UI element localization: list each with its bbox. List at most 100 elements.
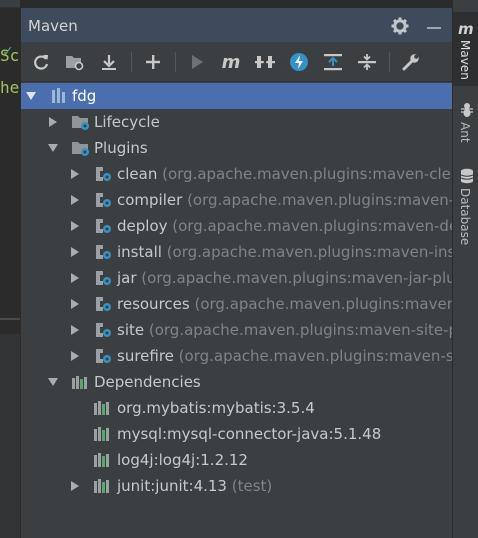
tree-item-plugins[interactable]: Plugins xyxy=(21,135,453,161)
plugin-name: resources xyxy=(117,295,190,313)
plugin-item[interactable]: clean (org.apache.maven.plugins:maven-cl… xyxy=(21,161,453,187)
plugin-icon xyxy=(93,269,113,287)
plugin-icon xyxy=(93,347,113,365)
library-icon xyxy=(93,425,113,443)
plugin-name: site xyxy=(117,321,145,339)
plugin-artifact: (org.apache.maven.plugins:maven-com xyxy=(187,191,453,209)
chevron-right-icon[interactable] xyxy=(71,351,79,361)
download-icon[interactable] xyxy=(97,50,121,74)
plugin-item[interactable]: surefire (org.apache.maven.plugins:maven… xyxy=(21,343,453,369)
tree-item-dependencies[interactable]: Dependencies xyxy=(21,369,453,395)
gear-icon[interactable] xyxy=(391,17,409,35)
wrench-icon[interactable] xyxy=(399,50,423,74)
add-icon[interactable] xyxy=(141,50,165,74)
ant-icon xyxy=(459,102,475,118)
plugin-item[interactable]: site (org.apache.maven.plugins:maven-sit… xyxy=(21,317,453,343)
plugin-item[interactable]: install (org.apache.maven.plugins:maven-… xyxy=(21,239,453,265)
chevron-down-icon[interactable] xyxy=(26,92,36,100)
chevron-down-icon[interactable] xyxy=(48,378,58,386)
dependency-name: log4j:log4j:1.2.12 xyxy=(117,451,248,469)
plugin-name: deploy xyxy=(117,217,168,235)
chevron-down-icon[interactable] xyxy=(48,144,58,152)
stripe-tab-ant[interactable]: Ant xyxy=(453,98,478,148)
maven-tool-window: Maven m fdg Lifecycle Plugins clean (org… xyxy=(20,8,453,538)
dependency-item[interactable]: log4j:log4j:1.2.12 xyxy=(21,447,453,473)
run-icon[interactable] xyxy=(185,50,209,74)
plugin-icon xyxy=(93,295,113,313)
dependency-name: mysql:mysql-connector-java:5.1.48 xyxy=(117,425,382,443)
execute-goal-icon[interactable]: m xyxy=(219,50,243,74)
skip-tests-icon[interactable] xyxy=(287,50,311,74)
plugin-artifact: (org.apache.maven.plugins:maven-jar-plug… xyxy=(136,269,453,287)
stripe-label: Ant xyxy=(458,122,472,143)
plugin-name: jar xyxy=(117,269,137,287)
plugin-name: surefire xyxy=(117,347,174,365)
panel-header: Maven xyxy=(21,8,453,42)
chevron-right-icon[interactable] xyxy=(71,325,79,335)
dependency-item[interactable]: junit:junit:4.13 (test) xyxy=(21,473,453,499)
stripe-label: Database xyxy=(458,188,472,246)
panel-title: Maven xyxy=(28,17,78,35)
chevron-right-icon[interactable] xyxy=(71,169,79,179)
dependency-scope: (test) xyxy=(226,477,273,495)
tree-item-lifecycle[interactable]: Lifecycle xyxy=(21,109,453,135)
reload-icon[interactable] xyxy=(29,50,53,74)
editor-tab-bar xyxy=(0,0,20,8)
dependencies-folder-icon xyxy=(71,373,91,391)
maven-icon: m xyxy=(458,20,474,38)
dependency-item[interactable]: mysql:mysql-connector-java:5.1.48 xyxy=(21,421,453,447)
tree-item-label: Plugins xyxy=(94,139,148,157)
plugin-icon xyxy=(93,165,113,183)
plugin-item[interactable]: jar (org.apache.maven.plugins:maven-jar-… xyxy=(21,265,453,291)
plugin-artifact: (org.apache.maven.plugins:maven-reso xyxy=(194,295,453,313)
chevron-right-icon[interactable] xyxy=(71,221,79,231)
tree-item-label: fdg xyxy=(72,87,97,105)
maven-toolbar: m xyxy=(21,42,453,82)
chevron-right-icon[interactable] xyxy=(71,481,79,491)
plugin-artifact: (org.apache.maven.plugins:maven-surefi xyxy=(178,347,453,365)
plugin-item[interactable]: deploy (org.apache.maven.plugins:maven-d… xyxy=(21,213,453,239)
editor-divider xyxy=(0,318,20,320)
collapse-all-icon[interactable] xyxy=(355,50,379,74)
stripe-tab-maven[interactable]: m Maven xyxy=(453,12,478,86)
database-icon xyxy=(459,168,475,184)
plugin-icon xyxy=(93,191,113,209)
plugin-item[interactable]: compiler (org.apache.maven.plugins:maven… xyxy=(21,187,453,213)
plugin-icon xyxy=(93,321,113,339)
dependency-name: org.mybatis:mybatis:3.5.4 xyxy=(117,399,315,417)
toolbar-separator xyxy=(175,52,176,72)
chevron-right-icon[interactable] xyxy=(71,273,79,283)
chevron-right-icon[interactable] xyxy=(49,117,57,127)
plugin-item[interactable]: resources (org.apache.maven.plugins:mave… xyxy=(21,291,453,317)
dependency-name: junit:junit:4.13 xyxy=(117,477,227,495)
stripe-tab-database[interactable]: Database xyxy=(453,164,478,246)
plugin-name: clean xyxy=(117,165,158,183)
library-icon xyxy=(93,399,113,417)
lifecycle-folder-icon xyxy=(71,113,91,131)
stripe-label: Maven xyxy=(458,40,472,80)
add-maven-project-icon[interactable] xyxy=(63,50,87,74)
editor-area: Sc ✓ he xyxy=(0,0,20,538)
show-dependencies-icon[interactable] xyxy=(321,50,345,74)
plugin-artifact: (org.apache.maven.plugins:maven-deploy xyxy=(172,217,453,235)
editor-lower-area xyxy=(0,334,20,538)
right-tool-stripe: m Maven Ant Database xyxy=(452,0,478,538)
plugin-icon xyxy=(93,243,113,261)
plugin-artifact: (org.apache.maven.plugins:maven-site-plu… xyxy=(144,321,453,339)
toolbar-separator xyxy=(389,52,390,72)
tree-item-fdg[interactable]: fdg xyxy=(21,83,453,109)
dependency-item[interactable]: org.mybatis:mybatis:3.5.4 xyxy=(21,395,453,421)
chevron-right-icon[interactable] xyxy=(71,247,79,257)
chevron-right-icon[interactable] xyxy=(71,195,79,205)
library-icon xyxy=(93,451,113,469)
minimize-icon[interactable] xyxy=(427,27,441,29)
tree-item-label: Dependencies xyxy=(94,373,201,391)
plugin-artifact: (org.apache.maven.plugins:maven-install-… xyxy=(166,243,453,261)
maven-project-icon xyxy=(51,87,71,105)
plugin-name: compiler xyxy=(117,191,183,209)
editor-code-line: he xyxy=(0,78,20,97)
toggle-offline-icon[interactable] xyxy=(253,50,277,74)
plugin-icon xyxy=(93,217,113,235)
chevron-right-icon[interactable] xyxy=(71,299,79,309)
plugin-name: install xyxy=(117,243,162,261)
